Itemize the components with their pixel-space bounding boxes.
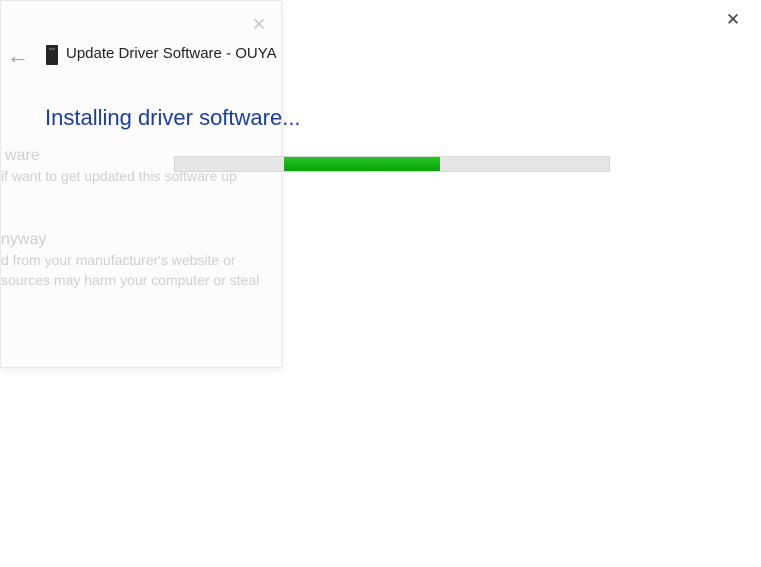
ghost-text-1: ware bbox=[5, 145, 40, 167]
back-button[interactable]: ← bbox=[6, 44, 30, 68]
dialog-title: Update Driver Software - OUYA bbox=[66, 45, 277, 62]
window-close-button[interactable]: ✕ bbox=[723, 10, 743, 30]
progress-bar bbox=[174, 156, 610, 172]
ghost-text-4: d from your manufacturer's website or bbox=[1, 251, 236, 270]
progress-fill bbox=[284, 157, 440, 171]
device-icon bbox=[46, 45, 58, 65]
status-heading: Installing driver software... bbox=[45, 105, 301, 131]
ghost-text-3: nyway bbox=[1, 229, 46, 251]
ghost-text-5: sources may harm your computer or steal bbox=[1, 271, 259, 290]
back-arrow-icon: ← bbox=[7, 43, 29, 68]
close-icon: ✕ bbox=[249, 15, 269, 35]
